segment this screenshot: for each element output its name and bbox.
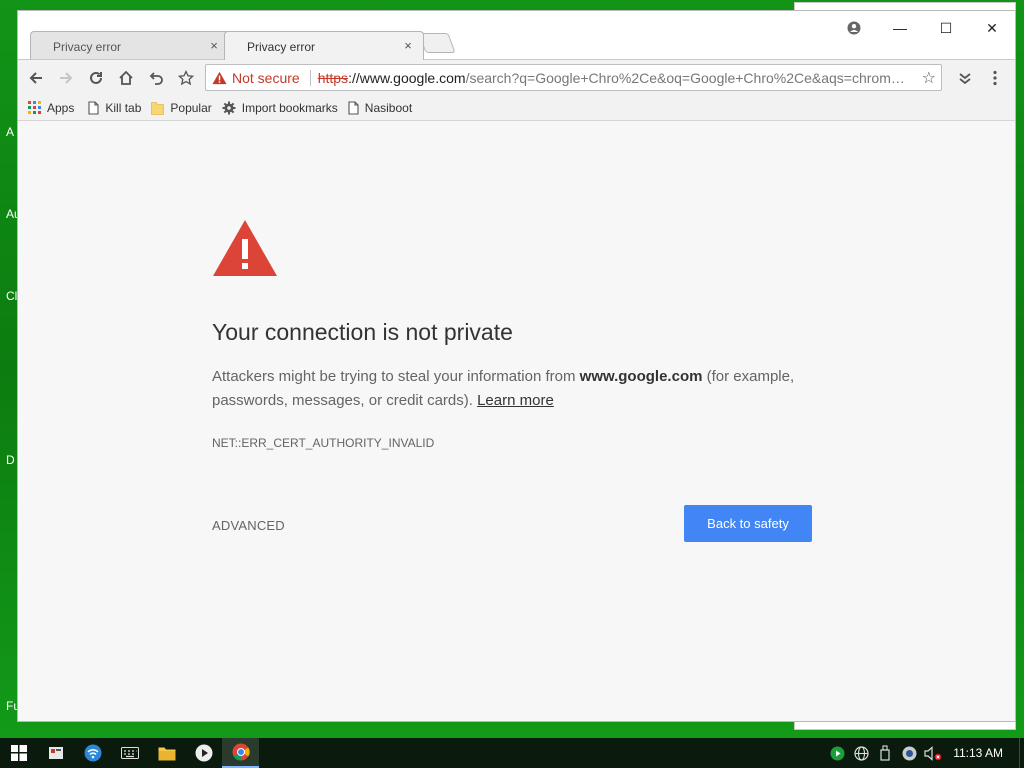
right-tools [949,64,1009,92]
taskbar-app-network[interactable] [74,738,111,768]
window-controls: — ☐ ✕ [831,13,1015,43]
reload-button[interactable] [82,64,110,92]
taskbar-app-explorer[interactable] [148,738,185,768]
folder-icon [158,747,175,760]
tab-title: Privacy error [53,40,122,54]
menu-icon[interactable] [981,64,1009,92]
desktop-icon-label[interactable]: Cl [6,289,17,303]
tab-title: Privacy error [247,40,316,54]
folder-icon [151,101,165,115]
close-icon[interactable]: × [401,39,415,53]
gear-icon [222,101,236,115]
app-icon [48,747,63,759]
description-host: www.google.com [579,368,703,385]
omnibox-divider [309,69,311,86]
taskbar-app-media[interactable] [185,738,222,768]
url-host: ://www.google.com [348,69,466,86]
bookmark-label: Import bookmarks [241,100,338,115]
bookmark-kill-tab[interactable]: Kill tab [88,98,141,118]
extensions-chevron-icon[interactable] [951,64,979,92]
page-title: Your connection is not private [212,319,513,345]
bookmark-import[interactable]: Import bookmarks [222,98,338,118]
warning-triangle-icon [213,220,277,276]
tab-strip: Privacy error × Privacy error × — ☐ ✕ [18,11,1015,60]
system-tray: 11:13 AM [825,738,1024,768]
play-icon [195,744,212,762]
windows-logo-icon [10,745,27,761]
start-button[interactable] [0,738,37,768]
bookmark-label: Popular [170,100,212,115]
description-text: Attackers might be trying to steal your … [212,368,580,385]
bookmark-label: Apps [47,100,75,115]
chrome-icon [232,743,250,761]
taskbar-clock[interactable]: 11:13 AM [945,746,1019,760]
wifi-icon [84,744,101,762]
taskbar-app-keyboard[interactable] [111,738,148,768]
address-bar[interactable]: Not secure https://www.google.com/search… [205,64,942,91]
apps-grid-icon [28,101,41,114]
app-tray-icon[interactable] [897,738,921,768]
interstitial-page: Your connection is not private Attackers… [18,121,1015,721]
page-icon [88,100,99,115]
taskbar-app-settings[interactable] [37,738,74,768]
close-icon[interactable]: × [207,39,221,53]
bookmark-label: Kill tab [105,100,142,115]
profile-icon[interactable] [831,13,877,43]
media-play-tray-icon[interactable] [825,738,849,768]
toolbar: Not secure https://www.google.com/search… [18,59,1015,95]
url-scheme: https [317,69,349,86]
forward-button[interactable] [52,64,80,92]
bookmark-apps[interactable]: Apps [28,98,74,118]
keyboard-icon [120,747,139,759]
show-desktop-button[interactable] [1019,738,1024,768]
advanced-button[interactable]: ADVANCED [212,518,285,533]
desktop-icon-label[interactable]: D [6,453,15,467]
bookmark-popular[interactable]: Popular [151,98,212,118]
undo-close-tab-icon[interactable] [142,64,170,92]
warning-icon [212,71,227,84]
page-icon [348,100,359,115]
security-status[interactable]: Not secure [232,70,300,86]
desktop-icon-label[interactable]: A [6,125,14,139]
error-code[interactable]: NET::ERR_CERT_AUTHORITY_INVALID [212,436,434,450]
globe-icon[interactable] [849,738,873,768]
volume-muted-icon[interactable] [921,738,945,768]
bookmark-page-icon[interactable]: ☆ [917,68,936,88]
bookmark-label: Nasiboot [364,100,413,115]
tab-privacy-error-2[interactable]: Privacy error × [224,31,424,60]
url-path: /search?q=Google+Chro%2Ce&oq=Google+Chro… [465,69,905,86]
taskbar-app-chrome[interactable] [222,738,259,768]
bookmark-star-icon[interactable] [172,64,200,92]
maximize-button[interactable]: ☐ [923,13,969,43]
back-to-safety-button[interactable]: Back to safety [684,505,812,542]
tab-privacy-error-1[interactable]: Privacy error × [30,31,230,60]
bookmarks-bar: Apps Kill tab Popular Import bookmarks N… [18,95,1015,121]
browser-window: Privacy error × Privacy error × — ☐ ✕ No… [17,10,1016,722]
back-button[interactable] [22,64,50,92]
bookmark-nasiboot[interactable]: Nasiboot [348,98,412,118]
home-button[interactable] [112,64,140,92]
usb-drive-icon[interactable] [873,738,897,768]
taskbar: 11:13 AM [0,738,1024,768]
close-window-button[interactable]: ✕ [969,13,1015,43]
minimize-button[interactable]: — [877,13,923,43]
error-description: Attackers might be trying to steal your … [212,365,822,413]
learn-more-link[interactable]: Learn more [477,392,554,409]
